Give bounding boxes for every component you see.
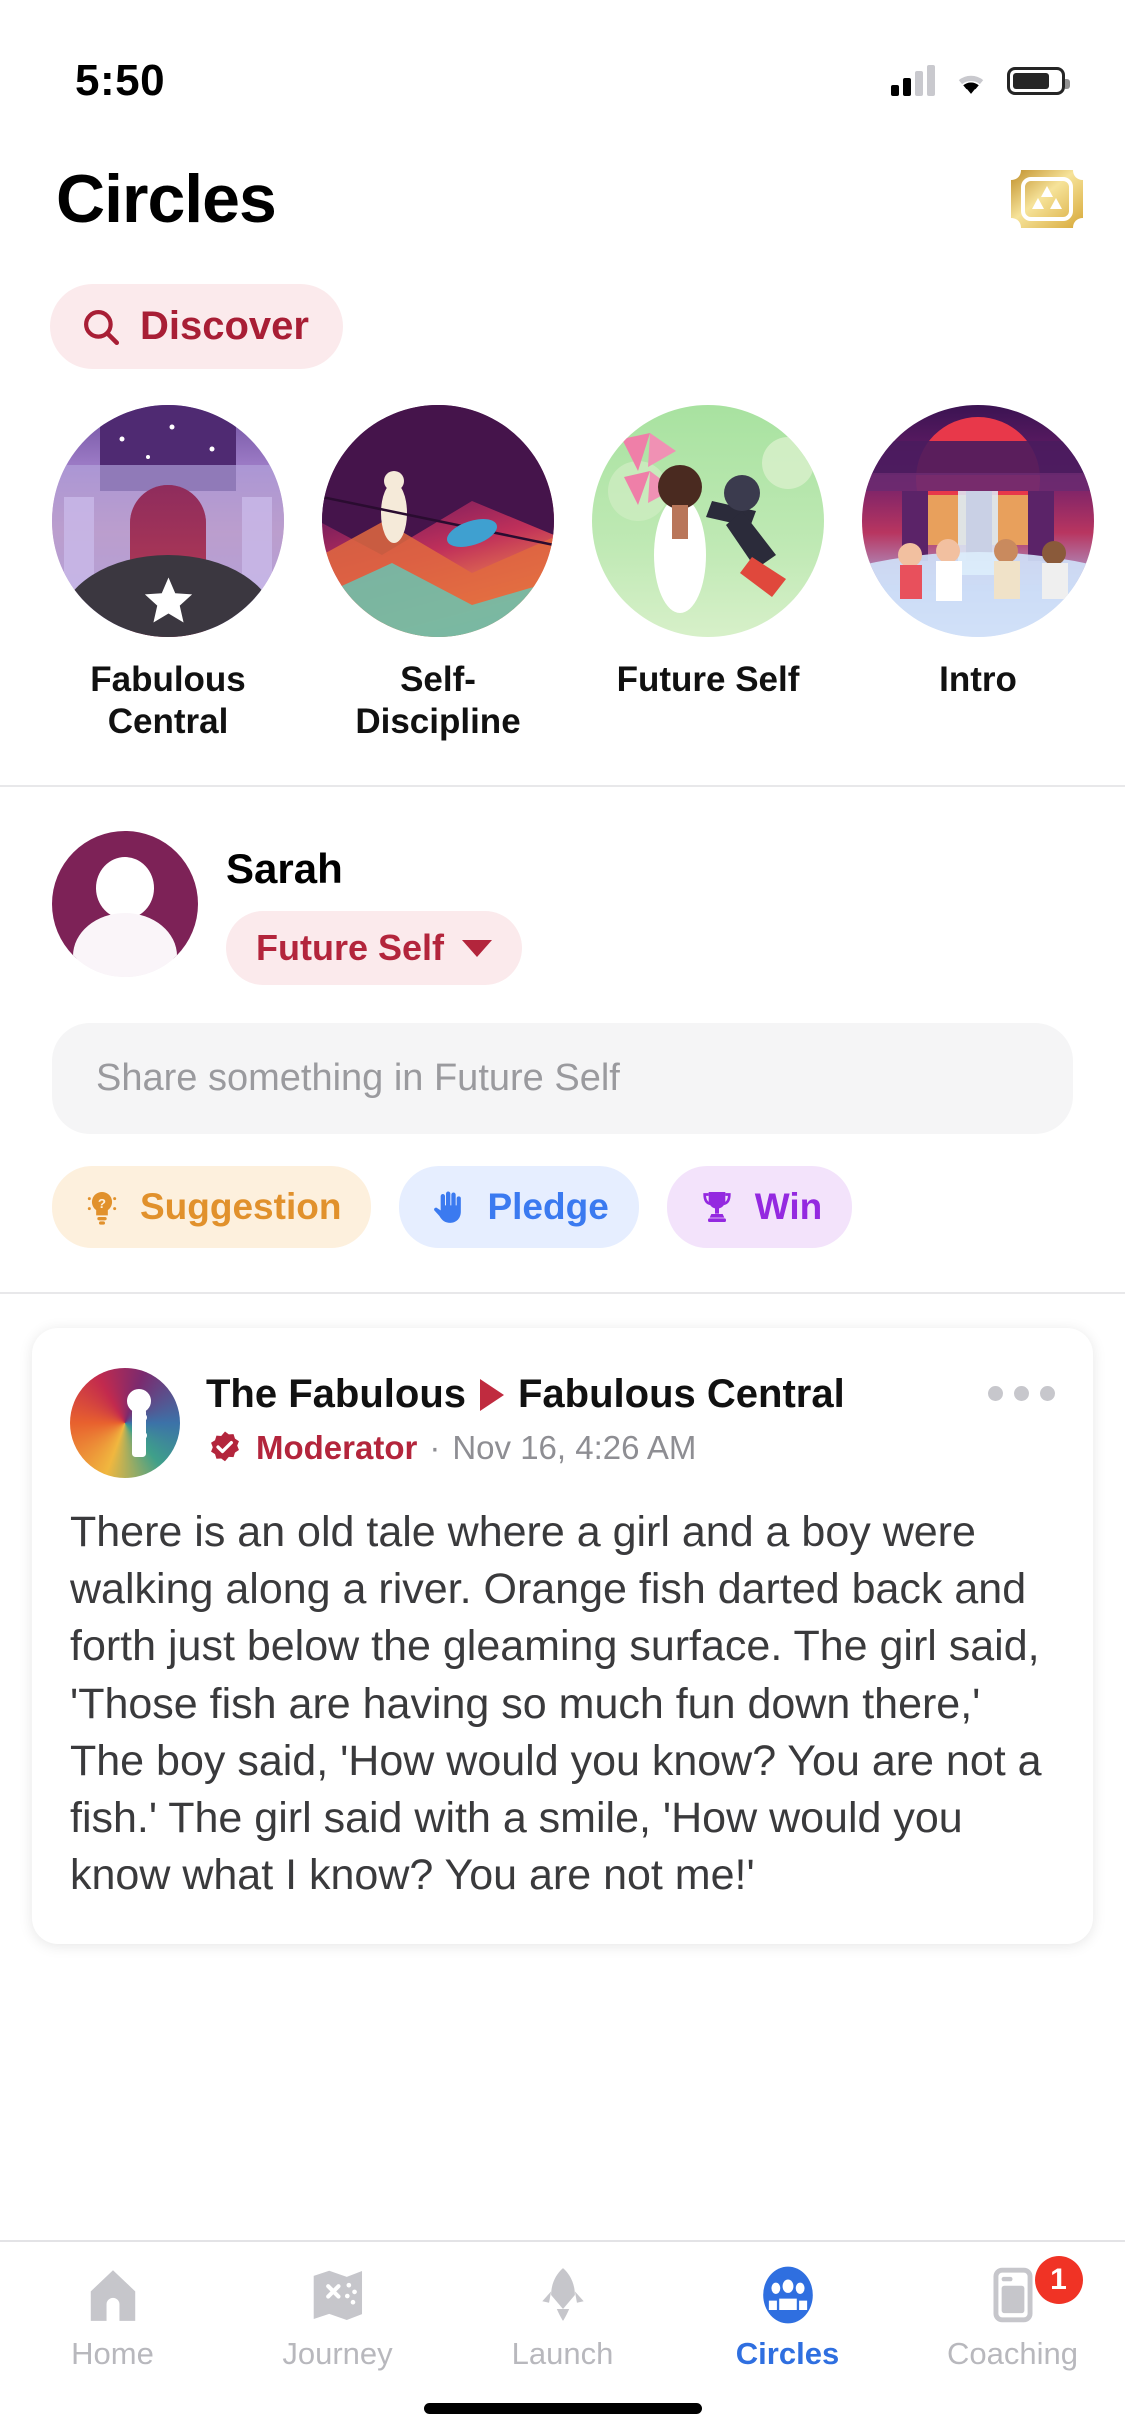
circle-label: Self-Discipline (355, 660, 521, 741)
chevron-right-icon (480, 1378, 504, 1411)
tab-label: Circles (735, 2336, 840, 2371)
circle-label: Future Self (616, 660, 800, 699)
circles-carousel[interactable]: Fabulous Central Self-Discipline Future … (0, 369, 1125, 743)
tab-circles[interactable]: Circles (675, 2264, 900, 2372)
map-icon (313, 2270, 362, 2321)
win-button[interactable]: Win (666, 1166, 853, 1248)
tab-label: Home (71, 2336, 154, 2371)
discover-section: Discover (0, 238, 1125, 369)
post-body-text: There is an old tale where a girl and a … (70, 1508, 1042, 1900)
circle-item-intro[interactable]: Intro (862, 405, 1094, 743)
post-author-name: The Fabulous (206, 1372, 466, 1416)
post-circle-name: Fabulous Central (518, 1372, 845, 1416)
chevron-down-icon (462, 939, 493, 957)
circle-avatar-fabulous-central (52, 405, 284, 637)
composer-section: Sarah Future Self Share something in Fut… (0, 787, 1125, 1248)
avatar[interactable] (52, 831, 198, 977)
circle-avatar-self-discipline (322, 405, 554, 637)
post-author-avatar[interactable] (70, 1368, 180, 1478)
status-bar: 5:50 (0, 0, 1125, 132)
pledge-button[interactable]: Pledge (399, 1166, 639, 1248)
suggestion-label: Suggestion (140, 1186, 342, 1227)
rocket-icon (541, 2268, 584, 2321)
gold-achievement-badge-icon[interactable] (1011, 166, 1083, 232)
tab-journey[interactable]: Journey (225, 2264, 450, 2372)
app-screen: 5:50 Circles Discover Fabulous Central S… (0, 0, 1125, 2436)
tab-coaching[interactable]: Coaching 1 (900, 2256, 1125, 2372)
circle-avatar-future-self (592, 405, 824, 637)
suggestion-button[interactable]: ? Suggestion (52, 1166, 372, 1248)
circle-selector-dropdown[interactable]: Future Self (226, 911, 523, 985)
post-meta-separator: · (429, 1429, 441, 1466)
wifi-icon (958, 75, 984, 94)
discover-button[interactable]: Discover (50, 284, 343, 369)
circle-label: Intro (939, 660, 1017, 699)
search-icon (84, 309, 120, 345)
lightbulb-question-icon: ? (87, 1191, 117, 1225)
post-timestamp: Nov 16, 4:26 AM (452, 1429, 697, 1466)
verified-moderator-icon (211, 1431, 239, 1462)
status-bar-time: 5:50 (75, 56, 166, 105)
circle-avatar-intro (862, 405, 1094, 637)
phone-icon (992, 2267, 1033, 2323)
post-role-badge: Moderator (256, 1429, 418, 1466)
tab-label: Coaching (947, 2336, 1078, 2371)
share-input-placeholder: Share something in Future Self (96, 1057, 620, 1099)
pledge-label: Pledge (487, 1186, 609, 1227)
home-icon (90, 2270, 135, 2321)
share-input[interactable]: Share something in Future Self (52, 1023, 1073, 1134)
circle-item-fabulous-central[interactable]: Fabulous Central (52, 405, 284, 743)
home-indicator (423, 2403, 702, 2414)
page-header: Circles (0, 132, 1125, 238)
svg-text:?: ? (98, 1196, 106, 1211)
raised-hand-icon (434, 1191, 462, 1223)
discover-label: Discover (140, 304, 309, 348)
trophy-icon (703, 1192, 731, 1222)
feed-section: The Fabulous Fabulous Central Moderator … (0, 1294, 1125, 1945)
page-title: Circles (56, 161, 277, 237)
win-label: Win (754, 1186, 823, 1227)
post-card[interactable]: The Fabulous Fabulous Central Moderator … (32, 1328, 1093, 1945)
bottom-tab-bar: Home Journey Launch Circles Coaching 1 (0, 2240, 1125, 2436)
composer-user-name: Sarah (226, 845, 343, 892)
circle-item-self-discipline[interactable]: Self-Discipline (322, 405, 554, 743)
post-header: The Fabulous Fabulous Central Moderator … (70, 1368, 1055, 1478)
tab-label: Journey (282, 2336, 393, 2371)
circle-item-future-self[interactable]: Future Self (592, 405, 824, 743)
cellular-signal-icon (891, 65, 935, 96)
status-bar-indicators (891, 65, 1070, 98)
circle-selector-label: Future Self (256, 927, 445, 968)
more-options-icon[interactable] (988, 1368, 1055, 1401)
circle-label: Fabulous Central (90, 660, 246, 741)
battery-icon (1007, 67, 1070, 95)
people-icon (762, 2266, 813, 2324)
tab-launch[interactable]: Launch (450, 2264, 675, 2372)
tab-home[interactable]: Home (0, 2264, 225, 2372)
composer-action-chips: ? Suggestion Pledge Win (52, 1166, 1073, 1248)
notification-badge: 1 (1034, 2256, 1083, 2304)
tab-label: Launch (511, 2336, 614, 2371)
